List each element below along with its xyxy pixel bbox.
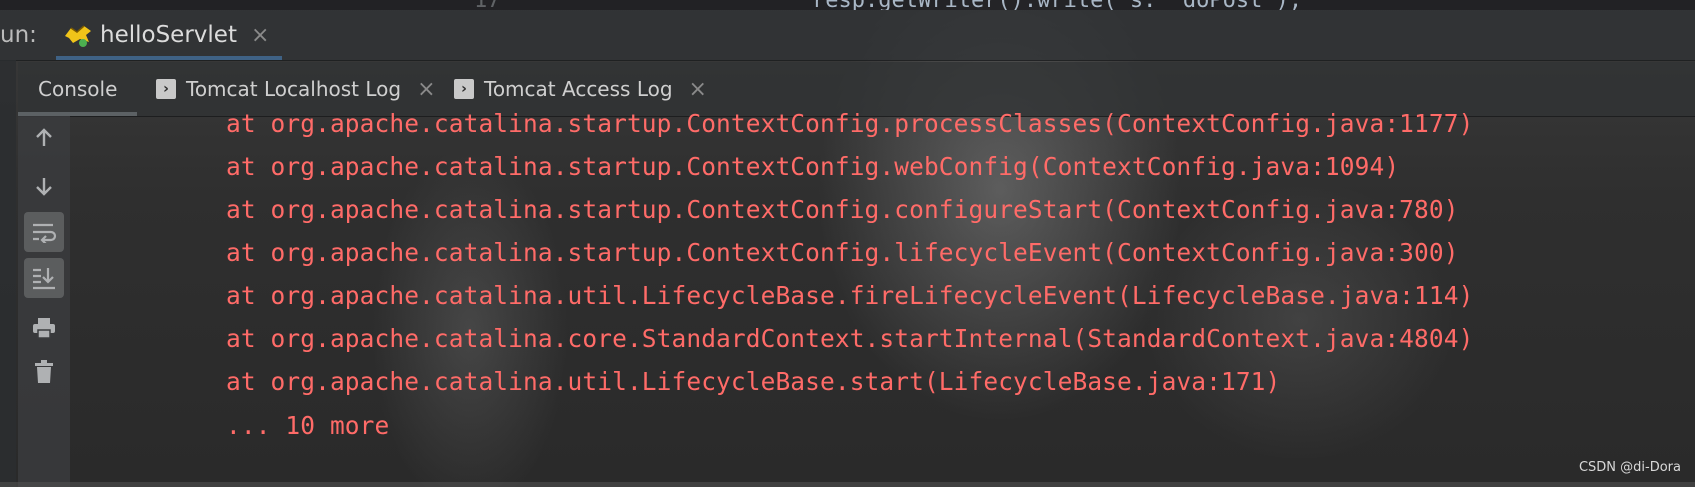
stacktrace-line: at org.apache.catalina.startup.ContextCo… [226, 109, 1474, 138]
run-config-title: helloServlet [100, 22, 237, 48]
run-label: un: [0, 22, 37, 48]
print-icon[interactable] [24, 308, 64, 348]
close-icon[interactable]: × [251, 23, 269, 48]
run-toolwindow-header: un: helloServlet × [0, 10, 1695, 61]
active-tab-indicator [56, 56, 282, 60]
tab-tomcat-localhost-log-label: Tomcat Localhost Log [186, 77, 402, 101]
stacktrace-more-line: ... 10 more [226, 411, 390, 440]
close-icon[interactable]: × [689, 77, 707, 102]
stacktrace-line: at org.apache.catalina.util.LifecycleBas… [226, 367, 1281, 396]
stacktrace-line: at org.apache.catalina.util.LifecycleBas… [226, 281, 1474, 310]
tomcat-log-icon: › [156, 79, 176, 99]
run-config-tab[interactable]: helloServlet × [56, 10, 282, 60]
down-arrow-icon[interactable] [24, 166, 64, 206]
watermark: CSDN @di-Dora [1578, 460, 1681, 475]
stacktrace-line: at org.apache.catalina.startup.ContextCo… [226, 238, 1459, 267]
trash-icon[interactable] [24, 352, 64, 392]
tab-tomcat-access-log-label: Tomcat Access Log [484, 77, 673, 101]
stacktrace-line: at org.apache.catalina.startup.ContextCo… [226, 152, 1400, 181]
editor-line-number: 17 [474, 0, 501, 10]
tab-console[interactable]: Console [17, 62, 138, 116]
console-output[interactable]: at org.apache.catalina.startup.ContextCo… [70, 109, 1695, 482]
stacktrace-line: at org.apache.catalina.startup.ContextCo… [226, 195, 1459, 224]
stacktrace-line: at org.apache.catalina.core.StandardCont… [226, 324, 1474, 353]
close-icon[interactable]: × [417, 77, 435, 102]
tab-tomcat-localhost-log[interactable]: › Tomcat Localhost Log × [156, 62, 436, 116]
editor-code-line: resp.getWriter().write( s: "doPost"); [812, 0, 1302, 10]
scroll-to-end-icon[interactable] [24, 258, 64, 298]
tab-console-label: Console [38, 77, 118, 101]
tomcat-icon [62, 22, 94, 48]
left-gutter [0, 60, 16, 487]
tomcat-log-icon: › [454, 79, 474, 99]
tab-tomcat-access-log[interactable]: › Tomcat Access Log × [454, 62, 707, 116]
up-arrow-icon[interactable] [24, 118, 64, 158]
editor-peek: 17 resp.getWriter().write( s: "doPost"); [0, 0, 1695, 10]
console-side-toolbar [18, 116, 70, 487]
bottom-border [0, 482, 1695, 487]
soft-wrap-icon[interactable] [24, 212, 64, 252]
